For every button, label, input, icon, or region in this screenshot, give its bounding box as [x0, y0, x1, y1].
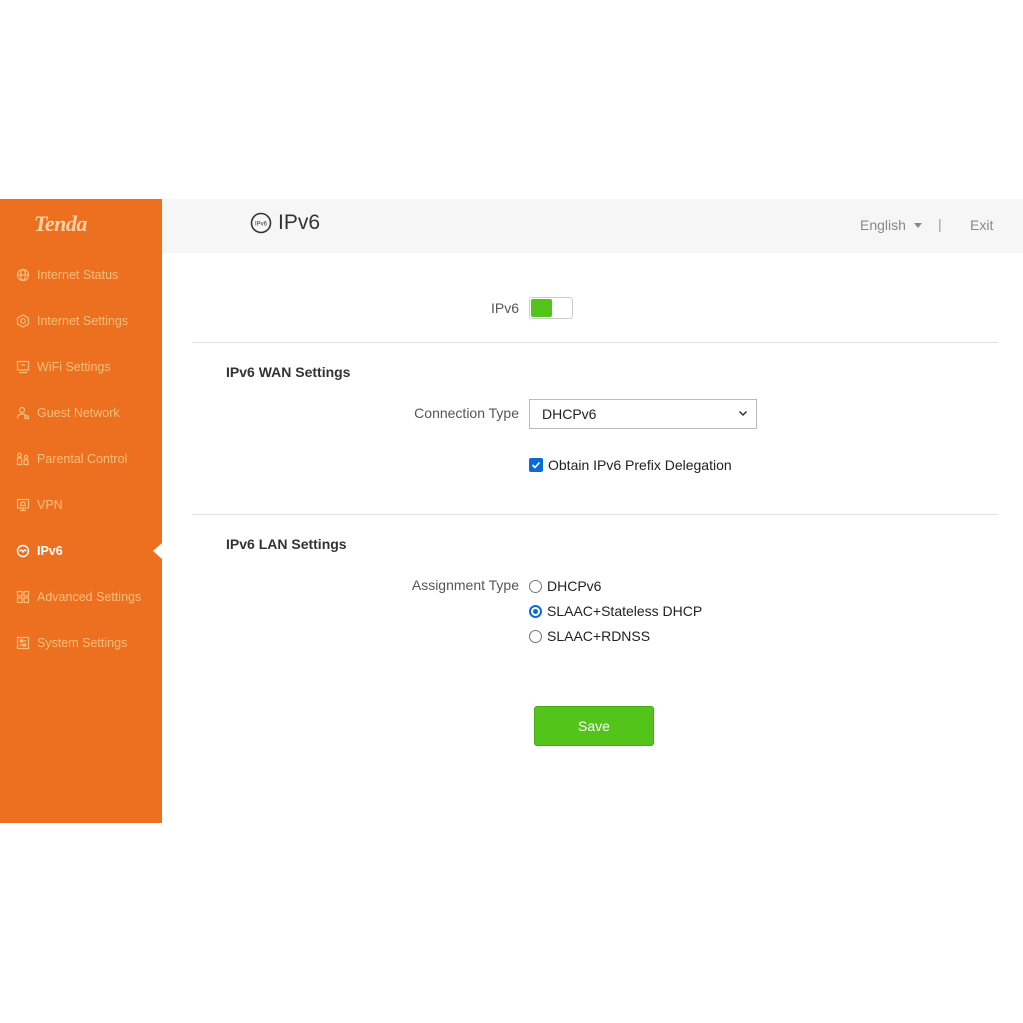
sidebar-item-label: WiFi Settings — [37, 360, 111, 374]
sliders-icon — [16, 636, 30, 650]
divider — [192, 342, 998, 343]
caret-down-icon — [913, 222, 922, 228]
sidebar-item-internet-settings[interactable]: Internet Settings — [0, 298, 162, 344]
sidebar-item-guest-network[interactable]: Guest Network — [0, 390, 162, 436]
parental-icon — [16, 452, 30, 466]
sidebar-item-ipv6[interactable]: IPv6 — [0, 528, 162, 574]
radio-slaac-rdnss[interactable]: SLAAC+RDNSS — [529, 628, 650, 644]
guest-icon — [16, 406, 30, 420]
header-separator: | — [938, 216, 942, 232]
lan-section-title: IPv6 LAN Settings — [226, 536, 347, 552]
grid-icon — [16, 590, 30, 604]
svg-text:IPv6: IPv6 — [255, 222, 268, 228]
ipv6-toggle[interactable] — [529, 297, 573, 319]
sidebar-item-vpn[interactable]: VPN — [0, 482, 162, 528]
radio-label: DHCPv6 — [547, 578, 602, 594]
exit-link[interactable]: Exit — [970, 217, 993, 233]
sidebar-item-label: IPv6 — [37, 544, 63, 558]
sidebar-item-label: VPN — [37, 498, 63, 512]
header: IPv6 IPv6 English | Exit — [162, 199, 1023, 253]
wan-section-title: IPv6 WAN Settings — [226, 364, 351, 380]
sidebar-item-label: Internet Settings — [37, 314, 129, 328]
assignment-type-label: Assignment Type — [411, 577, 519, 593]
sidebar: Tenda Internet Status Internet Settings … — [0, 199, 162, 823]
checkbox-checked[interactable] — [529, 458, 543, 472]
radio-dhcpv6[interactable]: DHCPv6 — [529, 578, 601, 594]
sidebar-item-parental-control[interactable]: Parental Control — [0, 436, 162, 482]
radio-label: SLAAC+Stateless DHCP — [547, 603, 703, 619]
language-label: English — [860, 217, 906, 233]
prefix-delegation-label: Obtain IPv6 Prefix Delegation — [548, 457, 732, 473]
page-title: IPv6 IPv6 — [250, 211, 320, 235]
ipv6-badge-icon: IPv6 — [250, 212, 272, 234]
radio-button[interactable] — [529, 629, 542, 643]
main-content: IPv6 IPv6 WAN Settings Connection Type D… — [162, 253, 1023, 823]
save-button[interactable]: Save — [534, 706, 654, 746]
sidebar-item-internet-status[interactable]: Internet Status — [0, 252, 162, 298]
radio-slaac-stateless-dhcp[interactable]: SLAAC+Stateless DHCP — [529, 603, 702, 619]
toggle-knob — [531, 299, 552, 317]
sidebar-item-label: System Settings — [37, 636, 128, 650]
radio-button[interactable] — [529, 579, 542, 593]
tenda-logo: Tenda — [34, 211, 87, 236]
prefix-delegation-checkbox[interactable]: Obtain IPv6 Prefix Delegation — [529, 457, 732, 473]
radio-label: SLAAC+RDNSS — [547, 628, 651, 644]
connection-type-value: DHCPv6 — [542, 406, 597, 422]
ipv6-icon — [16, 544, 30, 558]
ipv6-toggle-label: IPv6 — [490, 300, 519, 316]
vpn-icon — [16, 498, 30, 512]
sidebar-item-wifi-settings[interactable]: WiFi Settings — [0, 344, 162, 390]
sidebar-item-label: Parental Control — [37, 452, 128, 466]
sidebar-item-advanced-settings[interactable]: Advanced Settings — [0, 574, 162, 620]
connection-type-label: Connection Type — [414, 405, 519, 421]
chevron-down-icon — [738, 410, 748, 417]
wifi-settings-icon — [16, 360, 30, 374]
sidebar-item-label: Internet Status — [37, 268, 119, 282]
connection-type-select[interactable]: DHCPv6 — [529, 399, 757, 429]
page-title-text: IPv6 — [278, 211, 321, 234]
sidebar-item-label: Guest Network — [37, 406, 120, 420]
divider — [192, 514, 998, 515]
sidebar-item-label: Advanced Settings — [37, 590, 142, 604]
radio-button-selected[interactable] — [529, 604, 542, 618]
router-app: Tenda Internet Status Internet Settings … — [0, 199, 1023, 823]
sidebar-item-system-settings[interactable]: System Settings — [0, 620, 162, 666]
internet-settings-icon — [16, 314, 30, 328]
globe-icon — [16, 268, 30, 282]
language-select[interactable]: English — [860, 217, 922, 233]
